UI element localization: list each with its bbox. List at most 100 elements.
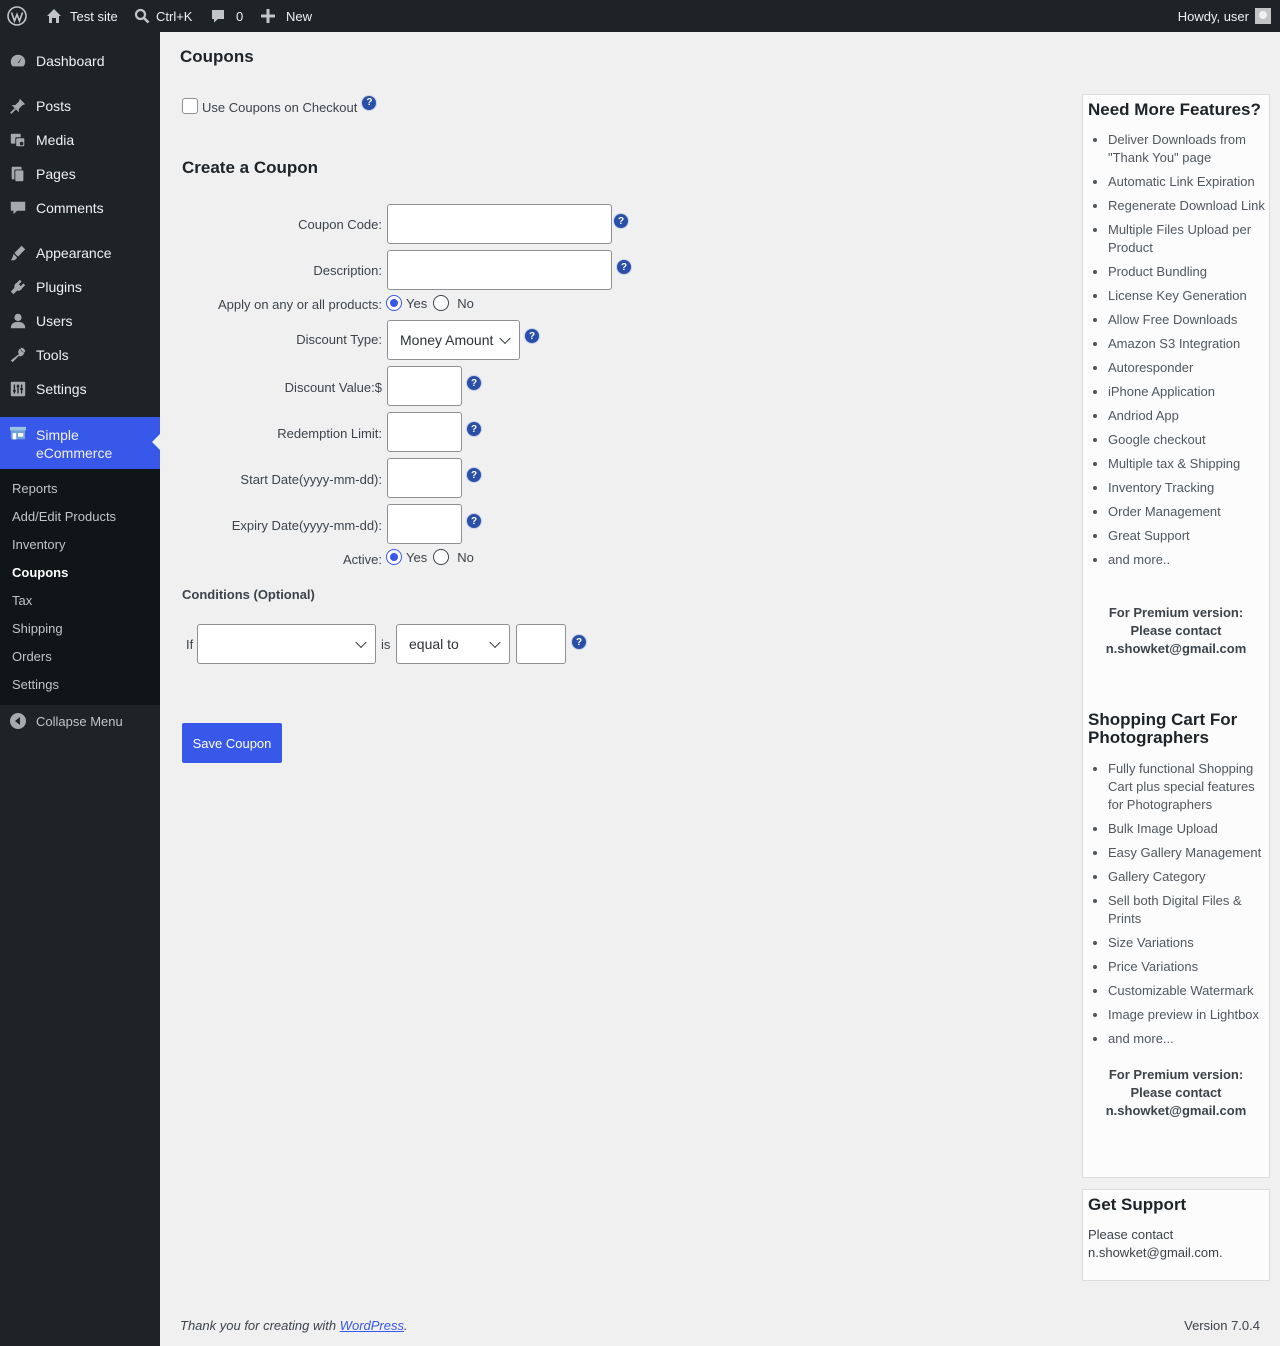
sidebar-item-appearance[interactable]: Appearance — [0, 236, 160, 270]
submenu-item-products[interactable]: Add/Edit Products — [12, 509, 116, 524]
use-coupons-row: Use Coupons on Checkout ? — [182, 95, 377, 115]
help-icon[interactable]: ? — [614, 214, 628, 228]
description-label: Description: — [313, 263, 382, 278]
redemption-limit-input[interactable] — [387, 412, 462, 452]
new-content-link[interactable]: New — [258, 0, 312, 32]
chevron-down-icon — [489, 636, 501, 649]
list-item: Image preview in Lightbox — [1108, 1006, 1268, 1024]
expiry-date-input[interactable] — [387, 504, 462, 544]
sidebar-item-media[interactable]: Media — [0, 123, 160, 157]
submenu: Reports Add/Edit Products Inventory Coup… — [0, 469, 160, 705]
sidebar-item-label: Comments — [36, 200, 104, 216]
help-icon[interactable]: ? — [525, 329, 539, 343]
features-title: Need More Features? — [1088, 100, 1261, 119]
active-yes-radio[interactable] — [386, 549, 402, 565]
current-menu-arrow — [152, 434, 160, 450]
sidebar-item-label: Simple eCommerce — [36, 427, 113, 461]
help-icon[interactable]: ? — [362, 95, 377, 110]
apply-products-yes-label: Yes — [406, 295, 428, 311]
discount-type-value: Money Amount — [400, 332, 494, 348]
chevron-down-icon — [355, 636, 367, 649]
help-icon[interactable]: ? — [617, 260, 631, 274]
page-title: Coupons — [180, 47, 254, 66]
list-item: Inventory Tracking — [1108, 479, 1268, 497]
submenu-item-orders[interactable]: Orders — [12, 649, 52, 664]
help-icon[interactable]: ? — [572, 635, 586, 649]
condition-value-input[interactable] — [516, 624, 566, 664]
footer-version: Version 7.0.4 — [1184, 1318, 1260, 1333]
list-item: Gallery Category — [1108, 868, 1268, 886]
apply-products-yes-radio[interactable] — [386, 295, 402, 311]
start-date-input[interactable] — [387, 458, 462, 498]
use-coupons-checkbox[interactable] — [182, 97, 198, 114]
plus-icon — [258, 6, 278, 26]
list-item: Automatic Link Expiration — [1108, 173, 1268, 191]
submenu-item-coupons[interactable]: Coupons — [12, 565, 68, 580]
features-panel: Need More Features? Deliver Downloads fr… — [1082, 94, 1270, 1178]
use-coupons-label: Use Coupons on Checkout — [202, 100, 358, 115]
dashboard-icon — [0, 52, 36, 70]
list-item: Google checkout — [1108, 431, 1268, 449]
discount-value-input[interactable] — [387, 366, 462, 406]
is-label: is — [381, 637, 391, 652]
support-panel: Get Support Please contact n.showket@gma… — [1082, 1189, 1270, 1281]
help-icon[interactable]: ? — [467, 468, 481, 482]
list-item: Allow Free Downloads — [1108, 311, 1268, 329]
list-item: Regenerate Download Link — [1108, 197, 1268, 215]
list-item: iPhone Application — [1108, 383, 1268, 401]
submenu-item-reports[interactable]: Reports — [12, 481, 58, 496]
brush-icon — [0, 244, 36, 262]
apply-products-label: Apply on any or all products: — [217, 297, 382, 312]
site-name-link[interactable]: Test site — [44, 0, 118, 32]
coupon-code-input[interactable] — [387, 204, 612, 244]
wordpress-link[interactable]: WordPress — [340, 1318, 404, 1333]
help-icon[interactable]: ? — [467, 376, 481, 390]
active-radio-group: Yes No — [386, 549, 474, 565]
premium-contact: For Premium version: Please contact n.sh… — [1083, 604, 1269, 658]
sidebar-item-simple-ecommerce[interactable]: Simple eCommerce — [0, 417, 160, 469]
submenu-item-shipping[interactable]: Shipping — [12, 621, 63, 636]
active-yes-label: Yes — [406, 549, 428, 565]
footer-thanks: Thank you for creating with WordPress. — [180, 1318, 408, 1333]
wrench-icon — [0, 346, 36, 364]
my-account-link[interactable]: Howdy, user — [1178, 0, 1271, 32]
wordpress-logo-icon[interactable] — [7, 0, 27, 32]
photographers-title: Shopping Cart For Photographers — [1088, 710, 1238, 747]
help-icon[interactable]: ? — [467, 422, 481, 436]
sidebar-item-pages[interactable]: Pages — [0, 157, 160, 191]
sidebar-item-dashboard[interactable]: Dashboard — [0, 44, 160, 78]
sidebar-item-tools[interactable]: Tools — [0, 338, 160, 372]
active-no-label: No — [457, 549, 474, 565]
list-item: Autoresponder — [1108, 359, 1268, 377]
support-text: Please contact n.showket@gmail.com. — [1088, 1227, 1223, 1260]
new-label: New — [286, 8, 313, 24]
active-no-radio[interactable] — [433, 549, 450, 565]
sidebar-item-settings[interactable]: Settings — [0, 372, 160, 406]
comments-link[interactable]: 0 — [208, 0, 243, 32]
sidebar-item-users[interactable]: Users — [0, 304, 160, 338]
description-input[interactable] — [387, 250, 612, 290]
sidebar-item-posts[interactable]: Posts — [0, 89, 160, 123]
admin-sidebar: Dashboard Posts Media Pages Comments App… — [0, 32, 160, 1346]
comments-count: 0 — [236, 8, 244, 24]
submenu-item-inventory[interactable]: Inventory — [12, 537, 65, 552]
collapse-icon — [0, 713, 36, 729]
condition-operator-select[interactable]: equal to — [396, 624, 510, 664]
collapse-menu-button[interactable]: Collapse Menu — [0, 707, 160, 735]
list-item: License Key Generation — [1108, 287, 1268, 305]
sidebar-item-comments[interactable]: Comments — [0, 191, 160, 225]
help-icon[interactable]: ? — [467, 514, 481, 528]
discount-type-select[interactable]: Money Amount — [387, 320, 520, 360]
sidebar-item-plugins[interactable]: Plugins — [0, 270, 160, 304]
submenu-item-tax[interactable]: Tax — [12, 593, 32, 608]
coupon-code-label: Coupon Code: — [298, 217, 382, 232]
search-shortcut[interactable]: Ctrl+K — [132, 0, 192, 32]
apply-products-no-radio[interactable] — [433, 295, 450, 311]
condition-field-select[interactable] — [197, 624, 376, 664]
submenu-item-settings[interactable]: Settings — [12, 677, 59, 692]
save-coupon-button[interactable]: Save Coupon — [182, 723, 282, 763]
sliders-icon — [0, 380, 36, 398]
list-item: Great Support — [1108, 527, 1268, 545]
apply-products-no-label: No — [457, 295, 474, 311]
premium-email: n.showket@gmail.com — [1105, 641, 1247, 656]
